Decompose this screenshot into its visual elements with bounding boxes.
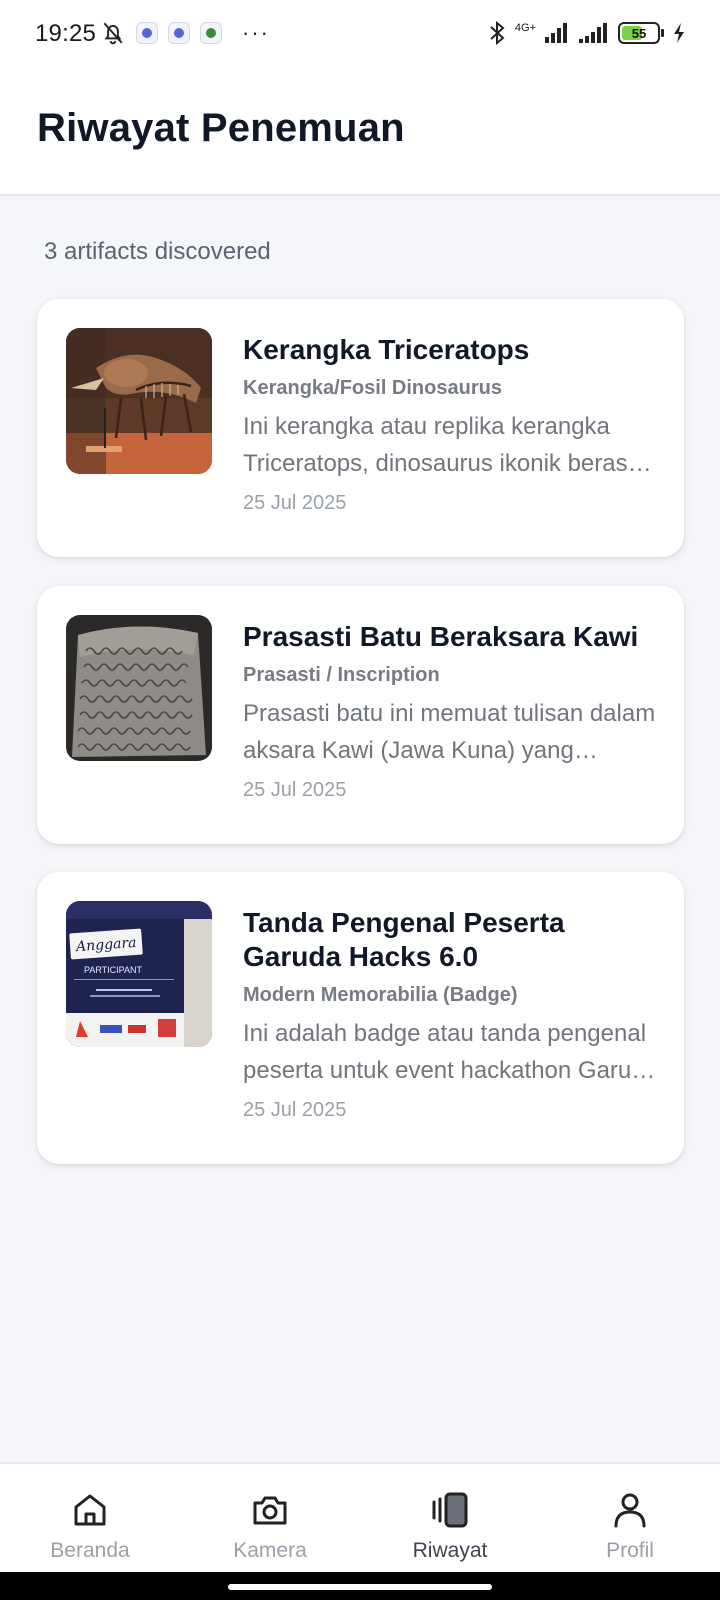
mute-bell-icon xyxy=(103,22,123,45)
badge-role: PARTICIPANT xyxy=(84,965,143,975)
nav-item-riwayat[interactable]: Riwayat xyxy=(360,1464,540,1574)
battery-tip xyxy=(661,29,664,37)
artifact-title: Prasasti Batu Beraksara Kawi xyxy=(243,621,639,652)
artifact-count: 3 artifacts discovered xyxy=(44,238,271,265)
artifact-description: Ini adalah badge atau tanda pengenal pes… xyxy=(243,1020,658,1084)
discord-icon xyxy=(168,22,190,44)
user-icon xyxy=(614,1493,646,1528)
artifact-card[interactable]: Kerangka Triceratops Kerangka/Fosil Dino… xyxy=(37,299,684,557)
notification-icons: ··· xyxy=(100,20,270,46)
artifact-info: Kerangka Triceratops Kerangka/Fosil Dino… xyxy=(243,333,658,515)
artifact-thumbnail xyxy=(66,615,212,761)
artifact-description: Ini kerangka atau replika kerangka Trice… xyxy=(243,413,647,477)
app-icon xyxy=(200,22,222,44)
bluetooth-icon xyxy=(490,20,505,46)
artifact-date: 25 Jul 2025 xyxy=(243,779,347,801)
artifact-card[interactable]: Anggara PARTICIPANT Tanda Pengenal Peser… xyxy=(37,872,684,1164)
artifact-description: Prasasti batu ini memuat tulisan dalam a… xyxy=(243,700,656,764)
app-screen: 19:25 ··· 4G+ 55 Riwayat Penemuan 3 arti… xyxy=(0,0,720,1600)
page-title: Riwayat Penemuan xyxy=(37,106,405,150)
nav-item-kamera[interactable]: Kamera xyxy=(180,1464,360,1574)
status-bar: 19:25 ··· 4G+ 55 xyxy=(0,0,720,72)
participant-badge-photo: Anggara PARTICIPANT xyxy=(66,901,212,1047)
artifact-info: Prasasti Batu Beraksara Kawi Prasasti / … xyxy=(243,620,658,802)
app-header: Riwayat Penemuan xyxy=(0,72,720,196)
artifact-card[interactable]: Prasasti Batu Beraksara Kawi Prasasti / … xyxy=(37,586,684,844)
nav-item-beranda[interactable]: Beranda xyxy=(0,1464,180,1574)
artifact-thumbnail: Anggara PARTICIPANT xyxy=(66,901,212,1047)
home-icon xyxy=(74,1494,106,1526)
status-time: 19:25 xyxy=(35,20,97,47)
nav-label: Kamera xyxy=(233,1539,307,1562)
network-type: 4G+ xyxy=(514,21,536,34)
battery-indicator: 55 xyxy=(618,22,660,44)
home-gesture-handle[interactable] xyxy=(228,1584,492,1590)
artifact-thumbnail xyxy=(66,328,212,474)
nav-label: Profil xyxy=(606,1539,654,1562)
inscription-stone-photo xyxy=(66,615,212,761)
artifact-info: Tanda Pengenal Peserta Garuda Hacks 6.0 … xyxy=(243,906,658,1122)
artifact-date: 25 Jul 2025 xyxy=(243,1099,347,1121)
nav-label: Riwayat xyxy=(412,1539,488,1562)
bottom-navigation: Beranda Kamera Riwayat Profil xyxy=(0,1462,720,1572)
triceratops-photo xyxy=(66,328,212,474)
signal-icon xyxy=(579,23,607,43)
camera-icon xyxy=(253,1496,287,1525)
artifact-category: Modern Memorabilia (Badge) xyxy=(243,984,518,1006)
artifact-title: Kerangka Triceratops xyxy=(243,334,530,365)
artifact-date: 25 Jul 2025 xyxy=(243,492,347,514)
system-gesture-bar xyxy=(0,1572,720,1600)
nav-item-profil[interactable]: Profil xyxy=(540,1464,720,1574)
artifact-category: Prasasti / Inscription xyxy=(243,664,440,686)
charging-icon xyxy=(674,23,684,43)
artifact-title: Tanda Pengenal Peserta Garuda Hacks 6.0 xyxy=(243,907,565,972)
discord-icon xyxy=(136,22,158,44)
nav-label: Beranda xyxy=(50,1539,130,1562)
signal-icon xyxy=(545,23,567,43)
artifact-category: Kerangka/Fosil Dinosaurus xyxy=(243,377,502,399)
more-notifications-icon: ··· xyxy=(242,20,270,45)
system-icons: 4G+ 55 xyxy=(487,20,686,46)
history-cards-icon xyxy=(432,1492,468,1528)
battery-level: 55 xyxy=(631,25,647,41)
